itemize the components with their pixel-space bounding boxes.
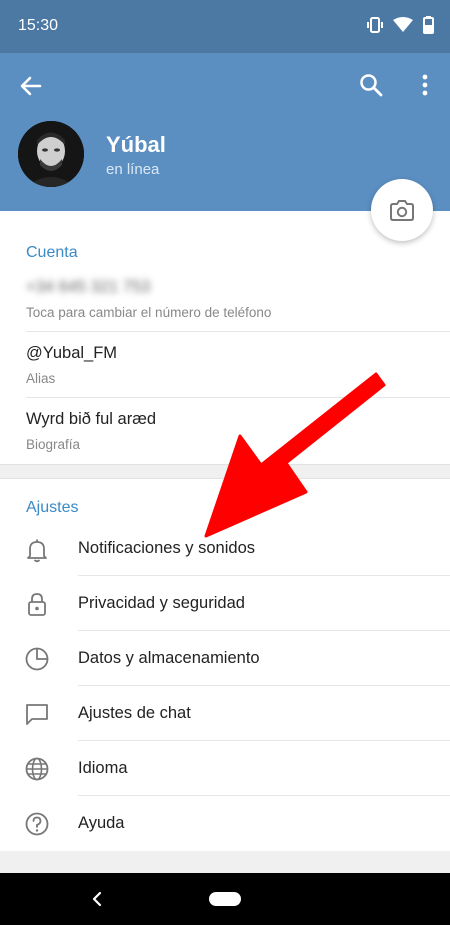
profile-name: Yúbal bbox=[106, 132, 166, 157]
divider bbox=[26, 331, 450, 332]
status-time: 15:30 bbox=[18, 17, 59, 34]
settings-item-label: Idioma bbox=[78, 759, 128, 777]
account-section-title: Cuenta bbox=[26, 244, 78, 261]
pie-chart-icon bbox=[25, 647, 49, 671]
settings-item-label: Ayuda bbox=[78, 814, 125, 832]
settings-item-label: Privacidad y seguridad bbox=[78, 594, 245, 612]
more-options-icon[interactable] bbox=[412, 72, 438, 98]
divider bbox=[26, 397, 450, 398]
settings-item-label: Ajustes de chat bbox=[78, 704, 191, 722]
lock-icon bbox=[28, 593, 46, 616]
help-icon bbox=[25, 812, 49, 836]
back-arrow-icon[interactable] bbox=[18, 73, 44, 99]
bio-value[interactable]: Wyrd bið ful aræd bbox=[26, 410, 156, 429]
divider bbox=[78, 685, 450, 686]
bell-icon bbox=[27, 539, 47, 563]
divider bbox=[78, 630, 450, 631]
search-icon[interactable] bbox=[358, 72, 384, 98]
battery-icon bbox=[423, 16, 434, 34]
camera-icon bbox=[390, 200, 414, 221]
divider bbox=[78, 795, 450, 796]
globe-icon bbox=[25, 757, 49, 781]
divider bbox=[78, 575, 450, 576]
alias-label: Alias bbox=[26, 371, 56, 386]
footer-area bbox=[0, 851, 450, 873]
alias-value[interactable]: @Yubal_FM bbox=[26, 344, 117, 363]
avatar-photo bbox=[18, 121, 84, 187]
settings-item-label: Notificaciones y sonidos bbox=[78, 539, 256, 557]
vibrate-icon bbox=[367, 17, 383, 33]
avatar[interactable] bbox=[18, 121, 84, 187]
settings-item-label: Datos y almacenamiento bbox=[78, 649, 260, 667]
set-photo-button[interactable] bbox=[371, 179, 433, 241]
chat-bubble-icon bbox=[26, 704, 48, 725]
navigation-bar bbox=[0, 873, 450, 925]
nav-home-pill[interactable] bbox=[209, 892, 241, 906]
settings-section-title: Ajustes bbox=[26, 499, 79, 516]
profile-status: en línea bbox=[106, 161, 160, 178]
section-separator bbox=[0, 464, 450, 479]
phone-hint: Toca para cambiar el número de teléfono bbox=[26, 305, 272, 320]
status-bar: 15:30 bbox=[0, 0, 450, 53]
nav-back-icon[interactable] bbox=[90, 891, 104, 907]
bio-label: Biografía bbox=[26, 437, 81, 452]
divider bbox=[78, 740, 450, 741]
status-icons bbox=[367, 16, 434, 34]
phone-number[interactable]: +34 645 321 753 bbox=[26, 278, 150, 297]
wifi-icon bbox=[393, 17, 413, 32]
